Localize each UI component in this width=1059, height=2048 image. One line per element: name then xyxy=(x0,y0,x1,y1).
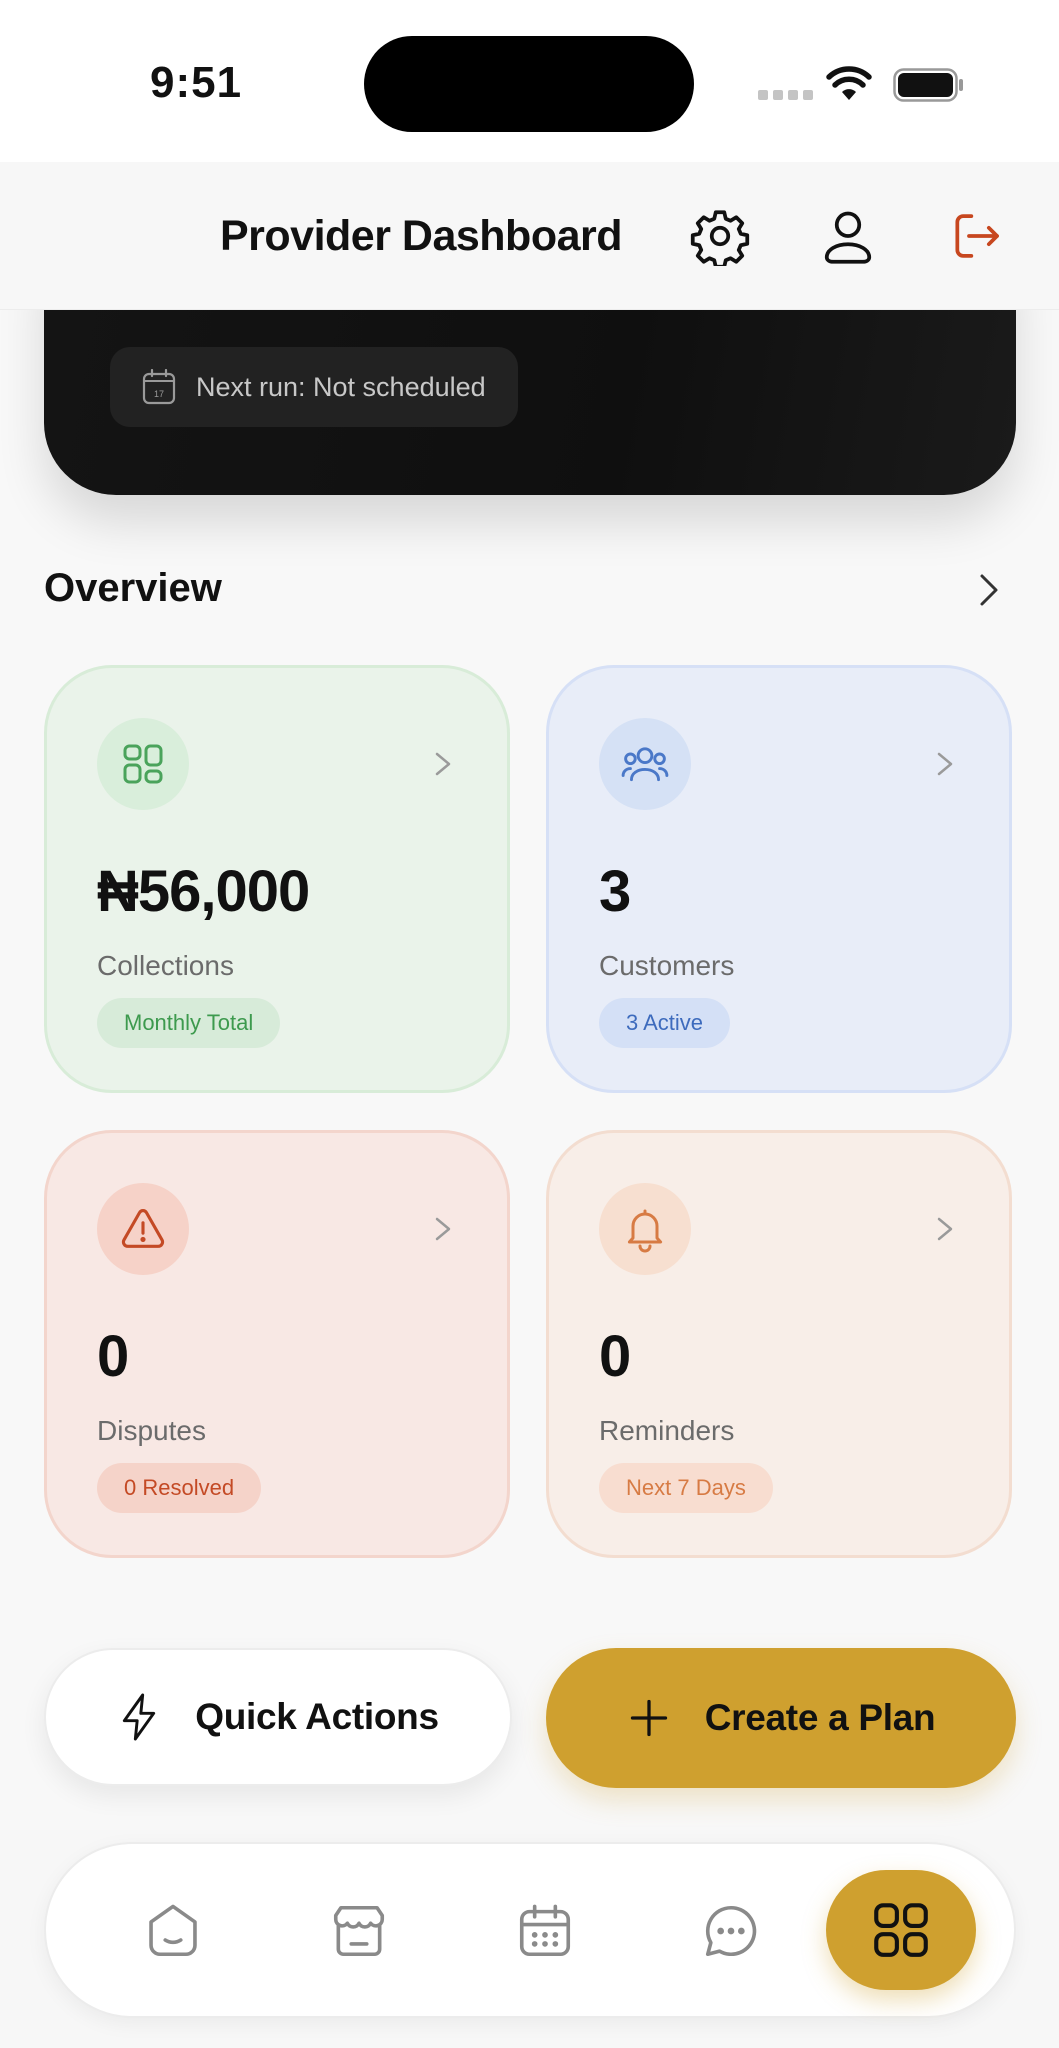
settings-button[interactable] xyxy=(688,204,752,268)
lightning-icon xyxy=(123,1693,156,1741)
profile-icon xyxy=(824,211,872,264)
disputes-value: 0 xyxy=(97,1324,129,1389)
overview-chevron-right-icon[interactable] xyxy=(970,568,1010,612)
chat-icon xyxy=(705,1905,757,1957)
create-plan-label: Create a Plan xyxy=(704,1697,936,1738)
calendar-icon xyxy=(519,1904,571,1957)
collections-badge: Monthly Total xyxy=(97,998,281,1048)
nav-store[interactable] xyxy=(314,1886,404,1976)
dashboard-icon xyxy=(874,1903,928,1957)
customers-badge: 3 Active xyxy=(599,998,731,1048)
bell-icon xyxy=(627,1209,663,1253)
create-plan-button[interactable]: Create a Plan xyxy=(546,1648,1016,1788)
page-title: Provider Dashboard xyxy=(220,212,623,260)
quick-actions-button[interactable]: Quick Actions xyxy=(44,1648,512,1786)
battery-icon xyxy=(893,68,963,102)
chevron-right-icon xyxy=(937,752,953,776)
chevron-right-icon xyxy=(937,1217,953,1241)
plus-icon xyxy=(630,1699,667,1737)
disputes-label: Disputes xyxy=(97,1415,206,1446)
next-run-text: Next run: Not scheduled xyxy=(196,371,486,402)
nav-chat[interactable] xyxy=(686,1886,776,1976)
calendar-icon: 17 xyxy=(142,369,176,405)
next-run-chip: 17 Next run: Not scheduled xyxy=(110,347,518,427)
customers-card[interactable]: 3 Customers 3 Active xyxy=(546,665,1012,1093)
logout-button[interactable] xyxy=(944,204,1008,268)
overview-title: Overview xyxy=(44,566,222,610)
nav-home[interactable] xyxy=(128,1886,218,1976)
disputes-badge: 0 Resolved xyxy=(97,1463,262,1513)
alert-triangle-icon xyxy=(121,1209,165,1248)
quick-actions-label: Quick Actions xyxy=(195,1696,439,1737)
store-icon xyxy=(333,1905,385,1957)
customers-label: Customers xyxy=(599,950,735,981)
disputes-icon-badge xyxy=(97,1183,189,1275)
reminders-value: 0 xyxy=(599,1324,631,1389)
status-bar: 9:51 xyxy=(0,0,1059,162)
status-time: 9:51 xyxy=(150,58,243,107)
nav-dashboard[interactable] xyxy=(826,1870,976,1990)
bottom-nav xyxy=(44,1842,1016,2018)
disputes-card[interactable]: 0 Disputes 0 Resolved xyxy=(44,1130,510,1558)
settings-gear-icon xyxy=(690,210,750,266)
cellular-signal-icon xyxy=(758,90,813,100)
chevron-right-icon xyxy=(435,1217,451,1241)
nav-calendar[interactable] xyxy=(500,1886,590,1976)
grid-icon xyxy=(123,744,163,784)
profile-button[interactable] xyxy=(816,204,880,268)
collections-card[interactable]: ₦56,000 Collections Monthly Total xyxy=(44,665,510,1093)
collections-label: Collections xyxy=(97,950,234,981)
app-header: Provider Dashboard xyxy=(0,162,1059,310)
wifi-icon xyxy=(826,66,872,100)
collections-value: ₦56,000 xyxy=(97,859,310,924)
customers-icon-badge xyxy=(599,718,691,810)
home-icon xyxy=(149,1904,197,1957)
customers-value: 3 xyxy=(599,859,631,924)
reminders-icon-badge xyxy=(599,1183,691,1275)
calendar-day-number: 17 xyxy=(154,389,164,399)
dynamic-island xyxy=(364,36,694,132)
users-icon xyxy=(621,747,669,782)
logout-icon xyxy=(955,214,999,258)
collections-icon-badge xyxy=(97,718,189,810)
reminders-label: Reminders xyxy=(599,1415,735,1446)
chevron-right-icon xyxy=(435,752,451,776)
reminders-badge: Next 7 Days xyxy=(599,1463,773,1513)
reminders-card[interactable]: 0 Reminders Next 7 Days xyxy=(546,1130,1012,1558)
